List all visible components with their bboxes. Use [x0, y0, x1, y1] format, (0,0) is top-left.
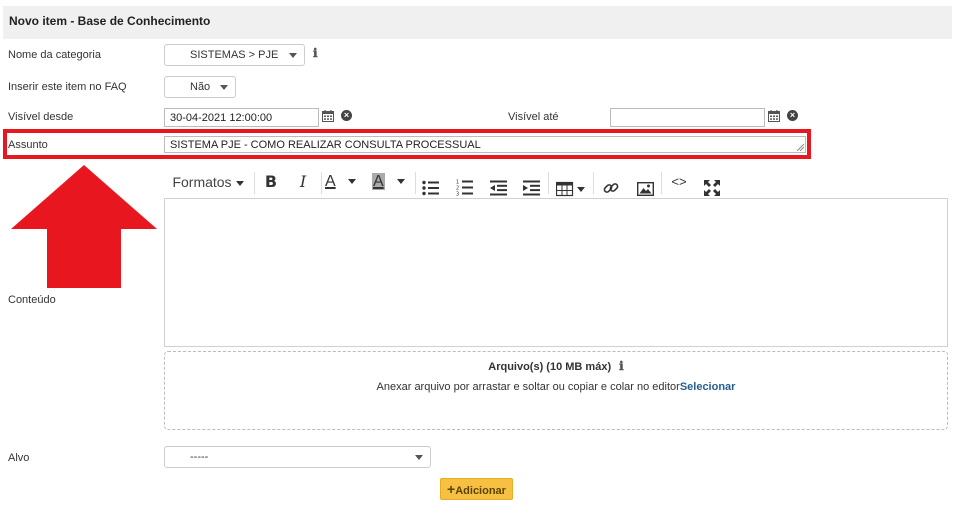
info-icon[interactable]: ℹ [313, 46, 318, 60]
clear-icon[interactable]: × [341, 110, 352, 121]
attachment-instructions: Anexar arquivo por arrastar e soltar ou … [165, 381, 947, 393]
target-select[interactable]: ----- [164, 446, 431, 468]
visible-from-input[interactable]: 30-04-2021 12:00:00 [164, 108, 319, 127]
toolbar-divider [321, 172, 322, 194]
background-color-button[interactable]: A [372, 168, 412, 196]
resize-handle-icon[interactable] [797, 144, 804, 151]
chevron-down-icon [415, 455, 423, 460]
toolbar-divider [415, 172, 416, 194]
faq-select[interactable]: Não [164, 76, 236, 98]
visible-from-value: 30-04-2021 12:00:00 [170, 112, 273, 124]
target-select-value: ----- [190, 451, 209, 463]
subject-input[interactable]: SISTEMA PJE - COMO REALIZAR CONSULTA PRO… [164, 136, 806, 153]
plus-icon: + [447, 481, 456, 497]
visible-to-label: Visível até [508, 111, 559, 123]
code-icon: <> [671, 174, 687, 189]
clear-icon[interactable]: × [787, 110, 798, 121]
category-label: Nome da categoria [8, 49, 101, 61]
faq-select-value: Não [190, 81, 211, 93]
chevron-down-icon [347, 179, 356, 185]
formats-dropdown[interactable]: Formatos [165, 168, 251, 196]
category-select[interactable]: SISTEMAS > PJE [164, 44, 305, 66]
content-editor[interactable] [164, 198, 948, 347]
add-button-label: Adicionar [455, 485, 506, 497]
bold-label: B [264, 172, 278, 191]
toolbar-divider [254, 172, 255, 194]
calendar-icon[interactable] [768, 110, 780, 122]
calendar-icon[interactable] [322, 110, 334, 122]
source-code-button[interactable]: <> [667, 168, 691, 196]
italic-label: I [299, 172, 307, 191]
content-label: Conteúdo [8, 294, 56, 306]
attachment-title: Arquivo(s) (10 MB máx) ℹ [165, 359, 947, 373]
subject-label: Assunto [8, 139, 48, 151]
target-label: Alvo [8, 452, 30, 464]
attachment-dropzone[interactable]: Arquivo(s) (10 MB máx) ℹ Anexar arquivo … [164, 351, 948, 430]
chevron-down-icon [220, 85, 228, 90]
toolbar-divider [548, 172, 549, 194]
chevron-down-icon [396, 179, 405, 185]
faq-label: Inserir este item no FAQ [8, 81, 127, 93]
attachment-title-text: Arquivo(s) (10 MB máx) [488, 361, 612, 373]
info-icon[interactable]: ℹ [619, 359, 624, 373]
page-header: Novo item - Base de Conhecimento [3, 6, 952, 39]
toolbar-divider [661, 172, 662, 194]
visible-to-input[interactable] [610, 108, 765, 127]
chevron-down-icon [235, 180, 244, 186]
chevron-down-icon [289, 53, 297, 58]
subject-value: SISTEMA PJE - COMO REALIZAR CONSULTA PRO… [170, 139, 481, 151]
toolbar-divider [593, 172, 594, 194]
background-color-icon: A [372, 173, 385, 190]
formats-label: Formatos [172, 174, 232, 190]
select-files-link[interactable]: Selecionar [680, 381, 736, 393]
svg-text:3: 3 [456, 192, 459, 198]
visible-from-label: Visível desde [8, 111, 74, 123]
add-button[interactable]: +Adicionar [440, 478, 513, 500]
arrow-up-annotation-icon [11, 165, 157, 288]
font-color-icon: A [325, 173, 336, 190]
page-title: Novo item - Base de Conhecimento [9, 14, 211, 28]
italic-button[interactable]: I [291, 168, 315, 196]
attachment-instructions-text: Anexar arquivo por arrastar e soltar ou … [376, 381, 680, 393]
editor-toolbar: Formatos B I A A 1 2 3 <> [165, 168, 725, 198]
numbered-list-icon[interactable]: 1 2 3 [456, 173, 473, 201]
bold-button[interactable]: B [259, 168, 283, 196]
font-color-button[interactable]: A [325, 168, 365, 196]
category-select-value: SISTEMAS > PJE [190, 49, 279, 61]
